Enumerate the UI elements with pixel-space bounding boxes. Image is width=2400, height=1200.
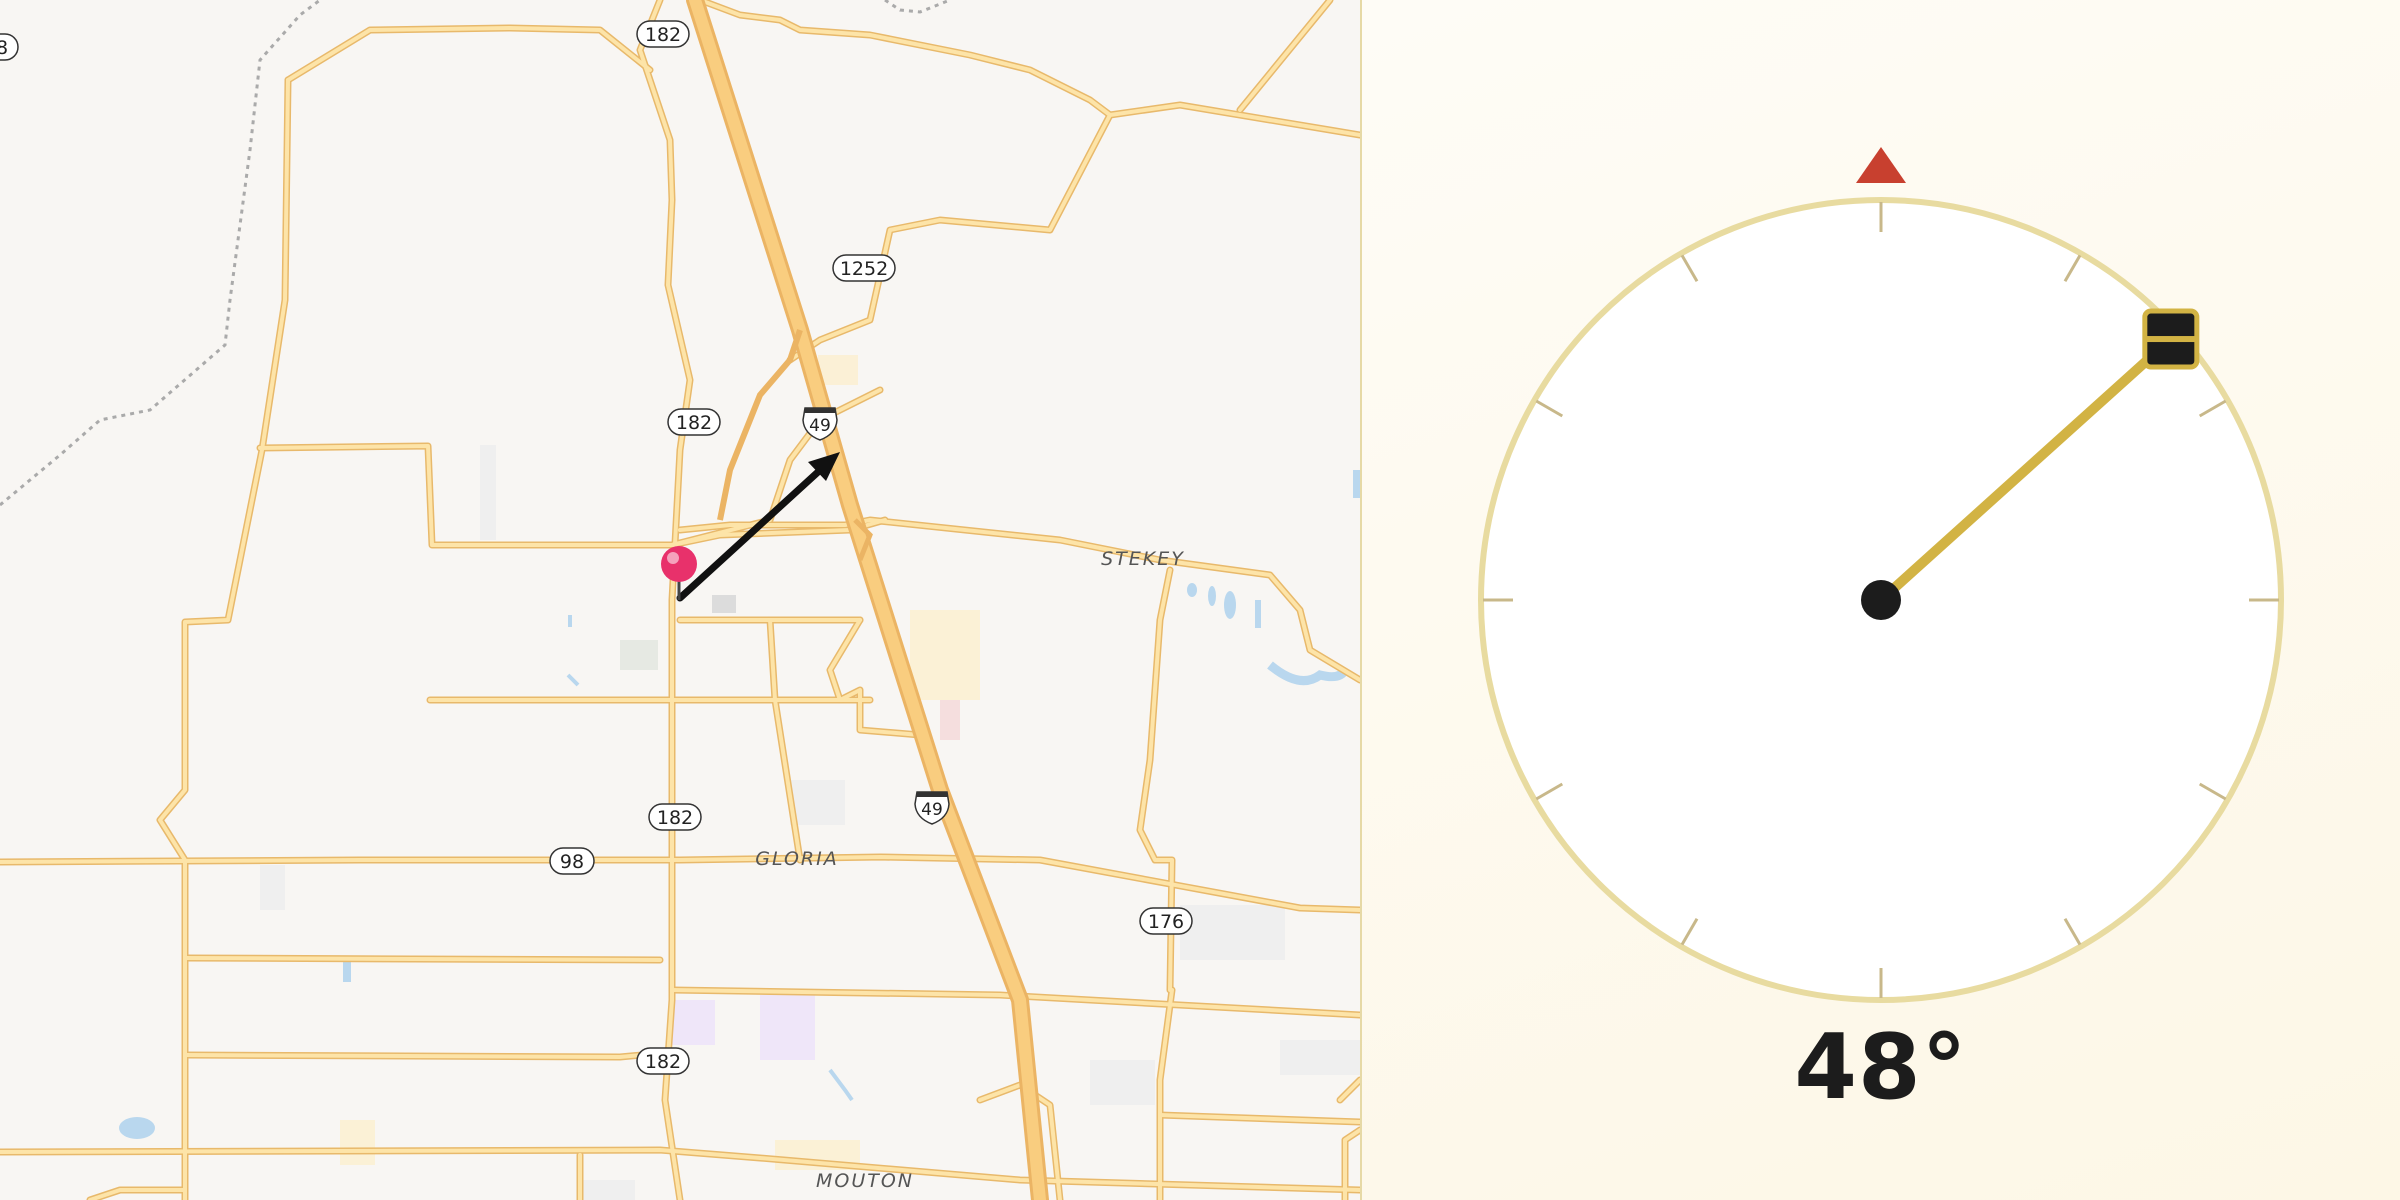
svg-text:49: 49 — [921, 800, 943, 820]
shield-176: 176 — [1139, 907, 1193, 935]
shield-182-lower: 182 — [648, 803, 702, 831]
map-canvas[interactable]: 182 1252 182 182 98 176 182 8 49 49 STEK… — [0, 0, 1360, 1200]
shield-98: 98 — [549, 847, 595, 875]
map-view[interactable]: 182 1252 182 182 98 176 182 8 49 49 STEK… — [0, 0, 1360, 1200]
svg-text:182: 182 — [645, 1051, 681, 1073]
shield-182-mid: 182 — [667, 408, 721, 436]
building — [712, 595, 736, 613]
svg-text:98: 98 — [560, 851, 584, 873]
place-label-gloria: GLORIA — [755, 848, 838, 870]
svg-text:182: 182 — [676, 412, 712, 434]
svg-text:49: 49 — [809, 416, 831, 436]
place-label-mouton: MOUTON — [816, 1170, 914, 1192]
shield-edge: 8 — [0, 33, 19, 61]
svg-text:8: 8 — [0, 37, 8, 59]
compass-panel: 48° — [1362, 0, 2400, 1200]
svg-text:176: 176 — [1148, 911, 1184, 933]
place-label-stekey: STEKEY — [1101, 548, 1185, 570]
shield-1252: 1252 — [832, 254, 896, 282]
compass-center-hub — [1861, 580, 1901, 620]
shield-182-top: 182 — [636, 20, 690, 48]
needle-drag-handle[interactable] — [2142, 308, 2200, 370]
svg-text:1252: 1252 — [840, 258, 888, 280]
shield-182-bottom: 182 — [636, 1047, 690, 1075]
heading-readout: 48° — [1794, 1015, 1968, 1120]
svg-text:182: 182 — [645, 24, 681, 46]
north-marker-icon — [1856, 147, 1906, 183]
svg-text:182: 182 — [657, 807, 693, 829]
